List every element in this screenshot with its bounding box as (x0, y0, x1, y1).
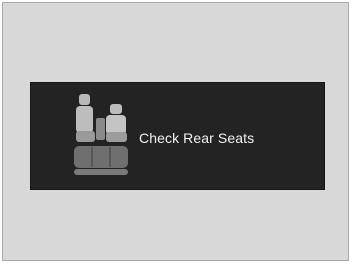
instrument-display-panel: Check Rear Seats (30, 82, 325, 190)
page-frame: Check Rear Seats (2, 2, 349, 261)
check-rear-seats-message: Check Rear Seats (139, 130, 255, 146)
rear-seat-reminder-icon (74, 94, 128, 175)
